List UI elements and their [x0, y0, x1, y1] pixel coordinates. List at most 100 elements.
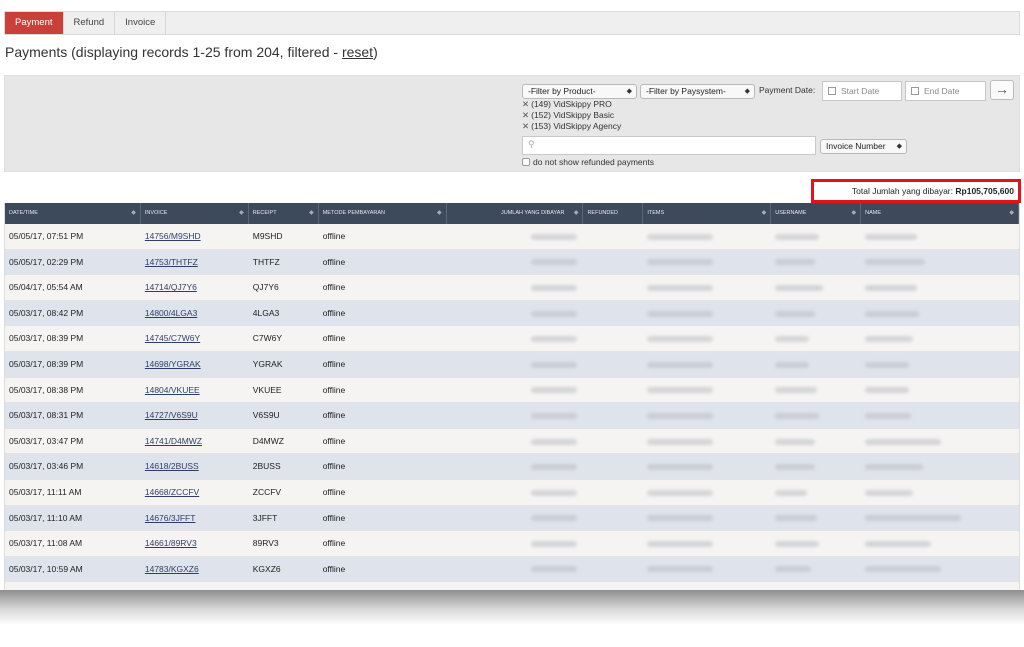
column-header[interactable]: Receipt ◆	[249, 203, 319, 224]
refund-filter-checkbox[interactable]: do not show refunded payments	[522, 157, 654, 167]
search-input[interactable]: ⚲	[522, 136, 816, 155]
redacted-value	[647, 361, 714, 368]
payment-method: offline	[322, 563, 346, 574]
invoice-link-cell: 14753/THTFZ	[141, 250, 249, 275]
table-row: 05/03/17, 11:10 AM 14676/3JFFT 3JFFT offlin…	[5, 505, 1019, 532]
remove-x-icon[interactable]: ✕	[522, 99, 529, 109]
items-cell	[643, 429, 771, 454]
name-cell	[861, 531, 1019, 556]
column-header[interactable]: Jumlah yang dibayar ◆	[447, 203, 584, 224]
invoice-link[interactable]: 14727/V6S9U	[145, 410, 198, 420]
column-header[interactable]: Username ◆	[771, 203, 862, 224]
payment-method: offline	[322, 282, 346, 293]
invoice-link-cell: 14800/4LGA3	[141, 301, 249, 326]
payment-method-cell: offline	[319, 531, 447, 556]
invoice-link[interactable]: 14783/KGXZ6	[145, 564, 199, 574]
refunded-cell	[583, 403, 643, 428]
tab-invoice[interactable]: Invoice	[115, 12, 167, 34]
payment-method-cell: offline	[319, 352, 447, 377]
invoice-link-cell: 14714/QJ7Y6	[141, 275, 249, 300]
receipt-cell: M9SHD	[249, 224, 319, 249]
refunded-cell	[583, 531, 643, 556]
tab-refund[interactable]: Refund	[64, 12, 116, 34]
name-cell	[861, 352, 1019, 377]
receipt-cell: VKUEE	[249, 378, 319, 403]
apply-filter-button[interactable]: →	[990, 80, 1014, 100]
invoice-link[interactable]: 14804/VKUEE	[145, 385, 200, 395]
paysystem-filter-select[interactable]: -Filter by Paysystem- ◆	[640, 84, 755, 99]
redacted-value	[531, 412, 578, 419]
redacted-value	[647, 336, 714, 343]
remove-x-icon[interactable]: ✕	[522, 110, 529, 120]
redacted-value	[775, 515, 818, 522]
checkbox-icon[interactable]	[522, 158, 530, 166]
redacted-value	[865, 540, 932, 547]
refunded-cell	[583, 557, 643, 582]
product-filter-select[interactable]: -Filter by Product- ◆	[522, 84, 637, 99]
invoice-link[interactable]: 14745/C7W6Y	[145, 333, 200, 343]
column-header[interactable]: Invoice ◆	[141, 203, 249, 224]
date-time-cell: 05/03/17, 08:38 PM	[5, 378, 141, 403]
items-cell	[643, 506, 771, 531]
column-header[interactable]: Items ◆	[643, 203, 772, 224]
reset-link[interactable]: reset	[342, 44, 373, 60]
remove-x-icon[interactable]: ✕	[522, 121, 529, 131]
payment-method: offline	[322, 231, 346, 241]
invoice-link[interactable]: 14618/2BUSS	[145, 461, 199, 471]
receipt-cell: QJ7Y6	[249, 275, 319, 300]
redacted-value	[775, 540, 820, 547]
end-date-input[interactable]: End Date	[905, 81, 986, 101]
column-header[interactable]: Refunded	[583, 203, 644, 224]
amount-cell	[447, 557, 584, 582]
date-time: 05/03/17, 08:38 PM	[9, 384, 84, 395]
column-header-label: Metode Pembayaran	[322, 210, 386, 216]
redacted-value	[775, 387, 818, 394]
column-header[interactable]: Name ◆	[861, 203, 1019, 224]
table-row: 05/03/17, 08:38 PM 14804/VKUEE VKUEE offlin…	[5, 377, 1019, 404]
page-title-text: Payments (displaying records 1-25 from 2…	[5, 44, 342, 60]
receipt-cell: C7W6Y	[249, 326, 319, 351]
name-cell	[861, 301, 1019, 326]
sort-icon: ◆	[761, 210, 767, 216]
table-row: 05/03/17, 08:39 PM 14745/C7W6Y C7W6Y offlin…	[5, 326, 1019, 352]
invoice-field-select[interactable]: Invoice Number ◆	[820, 139, 907, 154]
invoice-link[interactable]: 14756/M9SHD	[145, 231, 201, 241]
invoice-link[interactable]: 14741/D4MWZ	[145, 436, 202, 446]
invoice-link[interactable]: 14753/THTFZ	[145, 257, 198, 267]
calendar-icon	[828, 87, 836, 95]
receipt: VKUEE	[252, 384, 282, 395]
invoice-link[interactable]: 14698/YGRAK	[145, 359, 201, 369]
redacted-value	[865, 310, 920, 317]
selected-product-label: (152) VidSkippy Basic	[531, 110, 615, 120]
receipt-cell: 3JFFT	[249, 506, 319, 531]
items-cell	[643, 531, 771, 556]
redacted-value	[775, 233, 820, 240]
payment-method: offline	[322, 358, 346, 369]
amount-cell	[447, 301, 584, 326]
redacted-value	[865, 489, 914, 496]
date-time: 05/03/17, 03:46 PM	[9, 461, 84, 472]
redacted-value	[647, 233, 714, 240]
redacted-value	[865, 361, 910, 368]
invoice-link[interactable]: 14714/QJ7Y6	[145, 282, 197, 292]
refunded-cell	[583, 378, 643, 403]
redacted-value	[647, 566, 714, 573]
invoice-link[interactable]: 14668/ZCCFV	[145, 487, 199, 497]
invoice-link[interactable]: 14800/4LGA3	[145, 308, 197, 318]
column-header-label: Name	[865, 210, 882, 216]
column-header[interactable]: Metode Pembayaran ◆	[319, 203, 447, 224]
invoice-link-cell: 14661/89RV3	[141, 531, 249, 556]
sort-icon: ◆	[851, 210, 857, 216]
start-date-input[interactable]: Start Date	[822, 81, 902, 101]
page-title-close: )	[373, 44, 378, 60]
invoice-link[interactable]: 14676/3JFFT	[145, 513, 196, 523]
search-icon: ⚲	[528, 139, 535, 149]
payment-method: offline	[322, 461, 346, 472]
redacted-value	[531, 233, 578, 240]
name-cell	[861, 378, 1019, 403]
redacted-value	[647, 284, 714, 291]
column-header[interactable]: Date/Time ◆	[5, 203, 141, 224]
invoice-link[interactable]: 14661/89RV3	[145, 538, 197, 548]
tab-payment[interactable]: Payment	[5, 12, 64, 34]
selected-product-tag: ✕ (152) VidSkippy Basic	[522, 110, 614, 121]
